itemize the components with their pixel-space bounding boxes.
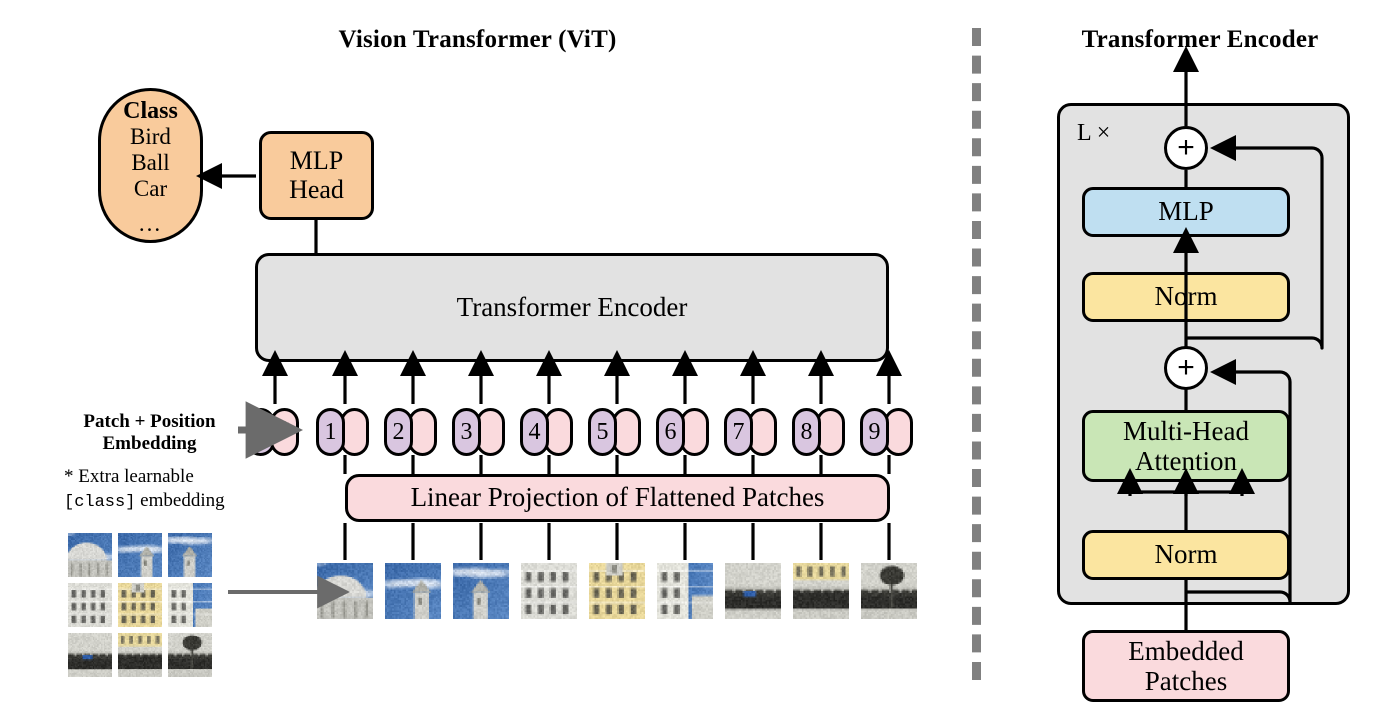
position-embedding-capsule-7: 7	[724, 408, 753, 456]
token-5: 5	[588, 408, 641, 456]
transformer-encoder-box: Transformer Encoder	[255, 253, 889, 362]
extra-note-line-1: * Extra learnable	[64, 465, 264, 489]
mlp-head-label: MLP Head	[289, 147, 344, 203]
multi-head-attention-label: Multi-Head Attention	[1123, 416, 1249, 476]
embedded-patches-label: Embedded Patches	[1128, 636, 1243, 696]
class-output-box: Class Bird Ball Car ...	[98, 88, 203, 243]
source-patch-2-2	[168, 633, 212, 677]
mlp-head-box: MLP Head	[259, 131, 374, 220]
position-embedding-capsule-1: 1	[316, 408, 345, 456]
token-7: 7	[724, 408, 777, 456]
repeat-count-label: L ×	[1077, 120, 1110, 147]
class-item-0: Bird	[130, 124, 171, 150]
left-panel-title: Vision Transformer (ViT)	[285, 26, 670, 54]
source-patch-1-2	[168, 583, 212, 627]
position-embedding-capsule-3: 3	[452, 408, 481, 456]
linear-projection-label: Linear Projection of Flattened Patches	[411, 483, 825, 512]
extra-note-tail: embedding	[135, 490, 224, 511]
sequence-patch-4	[521, 563, 577, 619]
add-bottom-symbol: +	[1177, 353, 1195, 383]
token-4: 4	[520, 408, 573, 456]
linear-projection-box: Linear Projection of Flattened Patches	[345, 474, 890, 522]
position-embedding-capsule-5: 5	[588, 408, 617, 456]
source-patch-0-0	[68, 533, 112, 577]
norm-block-2: Norm	[1082, 272, 1290, 322]
source-patch-1-1	[118, 583, 162, 627]
norm-block-2-label: Norm	[1155, 282, 1218, 311]
extra-learnable-note: * Extra learnable [class] embedding	[64, 465, 264, 513]
position-embedding-capsule-8: 8	[792, 408, 821, 456]
position-embedding-capsule-4: 4	[520, 408, 549, 456]
position-embedding-capsule-2: 2	[384, 408, 413, 456]
token-1: 1	[316, 408, 369, 456]
class-token-mono: [class]	[64, 493, 135, 512]
class-heading: Class	[123, 98, 178, 125]
vit-figure: Vision Transformer (ViT) Class Bird Ball…	[0, 0, 1384, 716]
norm-block-1: Norm	[1082, 530, 1290, 580]
sequence-patch-9	[861, 563, 917, 619]
mlp-block: MLP	[1082, 187, 1290, 237]
sequence-patch-3	[453, 563, 509, 619]
patch-position-embedding-label: Patch + Position Embedding	[62, 411, 237, 456]
source-patch-0-2	[168, 533, 212, 577]
add-top-symbol: +	[1177, 133, 1195, 163]
transformer-encoder-label: Transformer Encoder	[457, 293, 688, 322]
sequence-patch-8	[793, 563, 849, 619]
source-patch-2-0	[68, 633, 112, 677]
sequence-patch-2	[385, 563, 441, 619]
norm-block-1-label: Norm	[1155, 540, 1218, 569]
token-3: 3	[452, 408, 505, 456]
position-embedding-capsule-6: 6	[656, 408, 685, 456]
embedded-patches-block: Embedded Patches	[1082, 630, 1290, 702]
residual-add-top: +	[1164, 126, 1208, 170]
source-patch-0-1	[118, 533, 162, 577]
token-0: 0 *	[246, 408, 299, 456]
sequence-patch-7	[725, 563, 781, 619]
sequence-patch-6	[657, 563, 713, 619]
source-patch-1-0	[68, 583, 112, 627]
multi-head-attention-block: Multi-Head Attention	[1082, 410, 1290, 482]
extra-note-line-2: [class] embedding	[64, 489, 264, 513]
residual-add-bottom: +	[1164, 346, 1208, 390]
right-panel-title: Transformer Encoder	[1040, 26, 1360, 54]
panel-divider	[972, 28, 981, 680]
token-9: 9	[860, 408, 913, 456]
mlp-block-label: MLP	[1158, 197, 1214, 226]
token-6: 6	[656, 408, 709, 456]
sequence-patch-5	[589, 563, 645, 619]
class-ellipsis: ...	[139, 212, 162, 235]
token-8: 8	[792, 408, 845, 456]
class-item-1: Ball	[131, 150, 169, 176]
position-embedding-capsule-9: 9	[860, 408, 889, 456]
class-token-capsule: *	[270, 408, 299, 456]
source-patch-2-1	[118, 633, 162, 677]
sequence-patch-1	[317, 563, 373, 619]
token-2: 2	[384, 408, 437, 456]
class-item-2: Car	[134, 176, 167, 202]
